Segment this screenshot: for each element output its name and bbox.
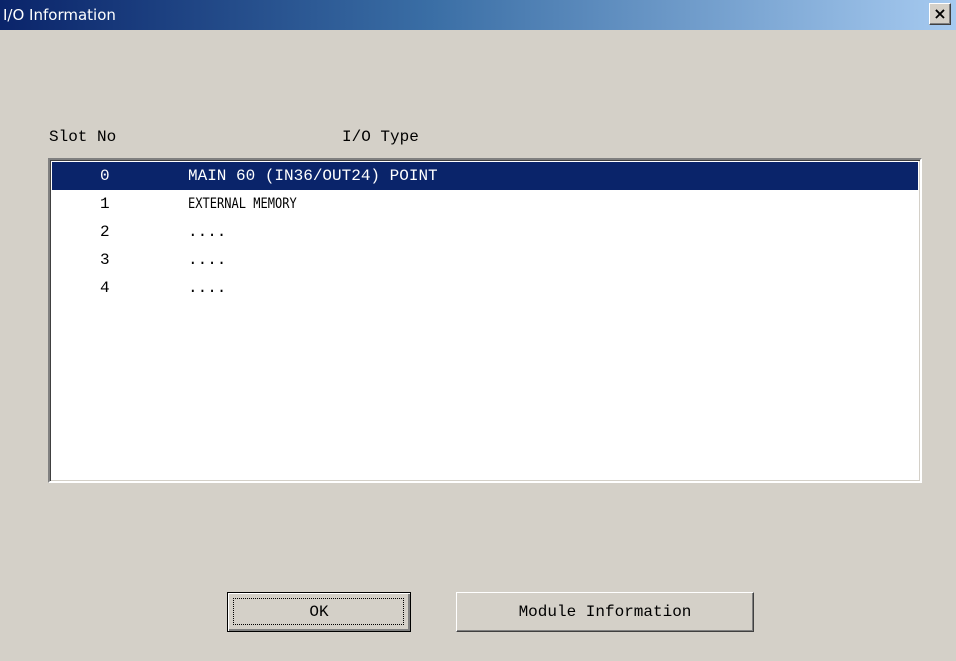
io-slot-list[interactable]: 0 MAIN 60 (IN36/OUT24) POINT 1 EXTERNAL … xyxy=(48,158,922,483)
module-information-button-label: Module Information xyxy=(518,603,692,621)
io-type-header: I/O Type xyxy=(342,128,419,146)
slot-number: 0 xyxy=(100,167,110,185)
slot-number: 4 xyxy=(100,279,110,297)
io-type: MAIN 60 (IN36/OUT24) POINT xyxy=(188,167,438,185)
io-information-dialog: I/O Information × Slot No I/O Type 0 MAI… xyxy=(0,0,956,661)
module-information-button[interactable]: Module Information xyxy=(456,592,754,632)
ok-button-label: OK xyxy=(309,603,329,621)
io-type: EXTERNAL MEMORY xyxy=(188,196,297,212)
close-button[interactable]: × xyxy=(929,3,951,25)
list-item[interactable]: 3 .... xyxy=(52,246,918,274)
io-type: .... xyxy=(188,279,227,297)
title-bar[interactable]: I/O Information × xyxy=(0,0,956,30)
list-item[interactable]: 4 .... xyxy=(52,274,918,302)
io-type: .... xyxy=(188,251,227,269)
slot-number: 1 xyxy=(100,195,110,213)
list-item[interactable]: 1 EXTERNAL MEMORY xyxy=(52,190,918,218)
close-icon: × xyxy=(933,4,947,23)
ok-button[interactable]: OK xyxy=(227,592,411,632)
io-type: .... xyxy=(188,223,227,241)
slot-no-header: Slot No xyxy=(49,128,117,146)
list-item[interactable]: 2 .... xyxy=(52,218,918,246)
slot-number: 3 xyxy=(100,251,110,269)
list-item[interactable]: 0 MAIN 60 (IN36/OUT24) POINT xyxy=(52,162,918,190)
window-title: I/O Information xyxy=(3,6,116,24)
slot-number: 2 xyxy=(100,223,110,241)
